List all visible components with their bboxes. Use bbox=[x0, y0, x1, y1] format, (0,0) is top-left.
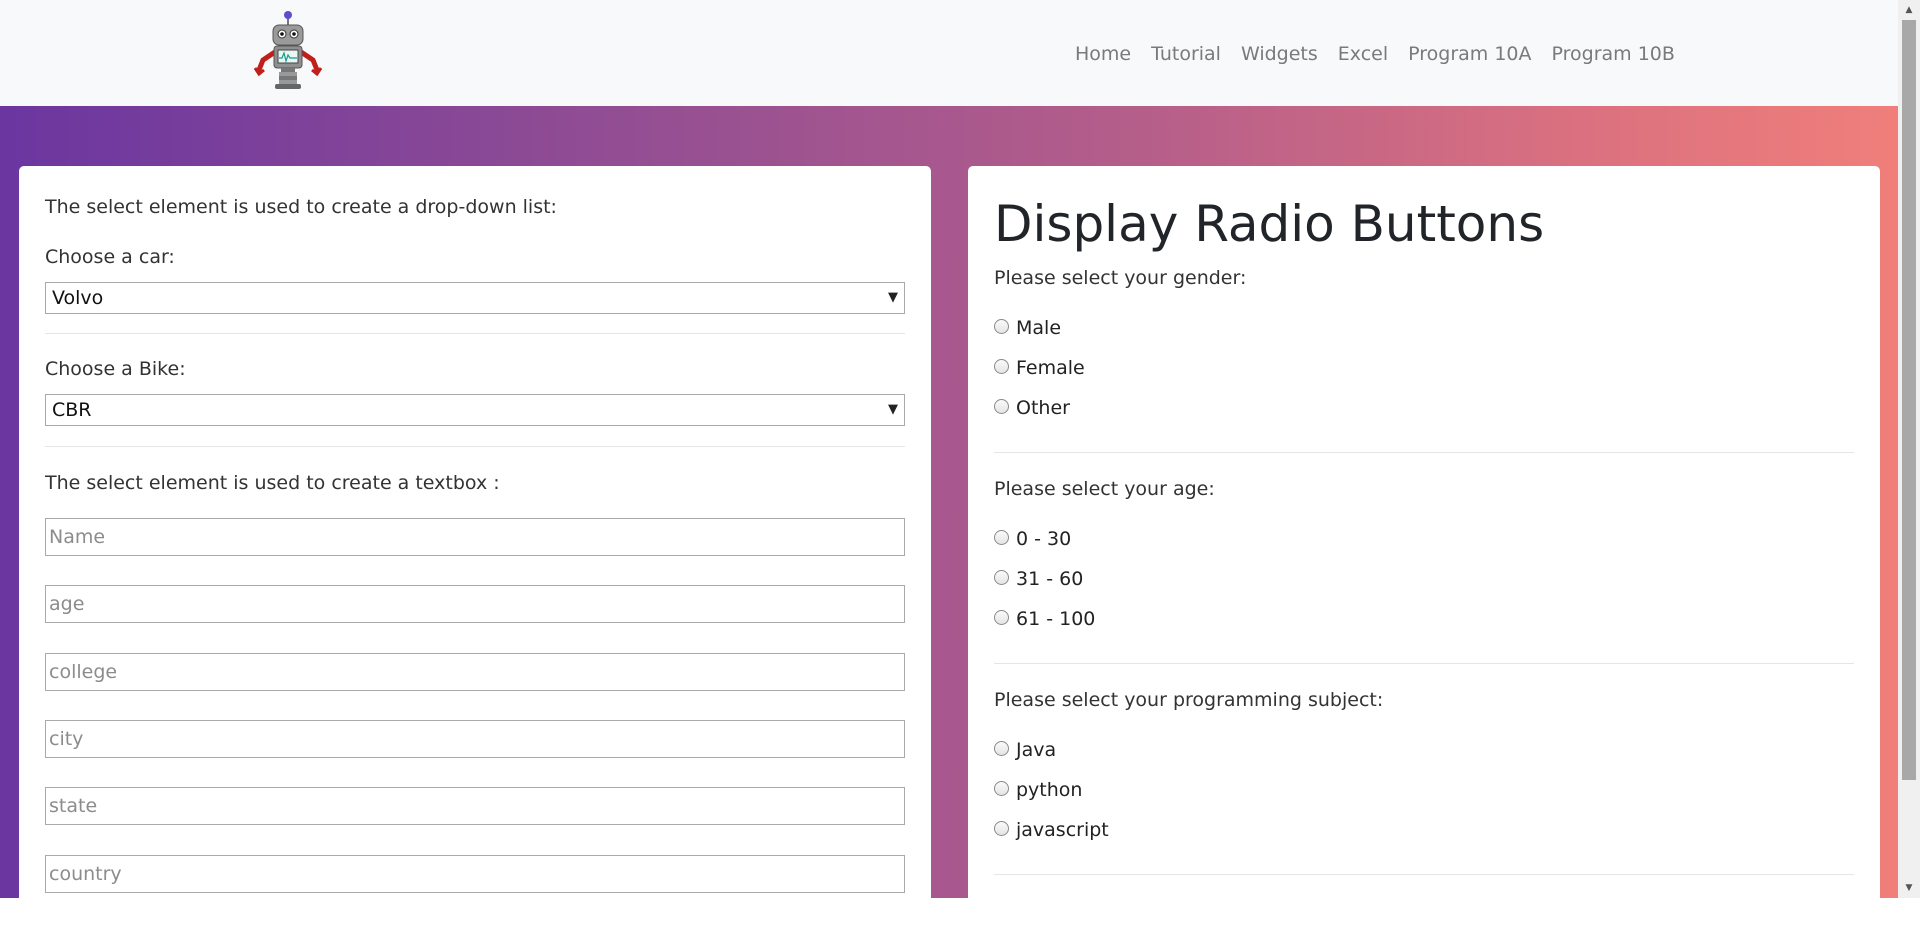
divider bbox=[994, 874, 1854, 875]
radio-button[interactable] bbox=[994, 318, 1009, 334]
name-input[interactable] bbox=[45, 518, 905, 556]
radio-option-61-100[interactable]: 61 - 100 bbox=[994, 606, 1095, 632]
dropdown-intro-text: The select element is used to create a d… bbox=[45, 196, 557, 218]
city-input[interactable] bbox=[45, 720, 905, 758]
gender-prompt: Please select your gender: bbox=[994, 267, 1247, 289]
bike-select-value: CBR bbox=[52, 399, 92, 421]
radio-option-31-60[interactable]: 31 - 60 bbox=[994, 566, 1083, 592]
radio-button[interactable] bbox=[994, 529, 1009, 545]
robot-logo-icon[interactable] bbox=[253, 8, 323, 92]
dropdown-arrow-icon: ▼ bbox=[888, 290, 898, 305]
age-prompt: Please select your age: bbox=[994, 478, 1215, 500]
radio-button[interactable] bbox=[994, 820, 1009, 836]
subject-prompt: Please select your programming subject: bbox=[994, 689, 1384, 711]
divider bbox=[994, 452, 1854, 453]
navbar: Home Tutorial Widgets Excel Program 10A … bbox=[0, 0, 1898, 106]
bike-label: Choose a Bike: bbox=[45, 358, 186, 380]
radio-buttons-card: Display Radio Buttons Please select your… bbox=[968, 166, 1880, 926]
radio-button[interactable] bbox=[994, 358, 1009, 374]
car-select[interactable]: Volvo ▼ bbox=[45, 282, 905, 314]
radio-label: 31 - 60 bbox=[1016, 568, 1084, 590]
state-input[interactable] bbox=[45, 787, 905, 825]
bike-select[interactable]: CBR ▼ bbox=[45, 394, 905, 426]
radio-button[interactable] bbox=[994, 569, 1009, 585]
radio-option-java[interactable]: Java bbox=[994, 737, 1056, 763]
radio-button[interactable] bbox=[994, 398, 1009, 414]
nav-link-home[interactable]: Home bbox=[1065, 40, 1141, 68]
radio-label: Male bbox=[1016, 317, 1062, 339]
dropdown-textbox-card: The select element is used to create a d… bbox=[19, 166, 931, 926]
radio-option-javascript[interactable]: javascript bbox=[994, 817, 1109, 843]
divider bbox=[994, 663, 1854, 664]
college-input[interactable] bbox=[45, 653, 905, 691]
radio-label: python bbox=[1016, 779, 1083, 801]
radio-option-other[interactable]: Other bbox=[994, 395, 1070, 421]
radio-label: Java bbox=[1016, 739, 1057, 761]
radio-option-male[interactable]: Male bbox=[994, 315, 1061, 341]
radio-label: Other bbox=[1016, 397, 1070, 419]
page-title: Display Radio Buttons bbox=[994, 195, 1545, 253]
radio-label: Female bbox=[1016, 357, 1085, 379]
car-label: Choose a car: bbox=[45, 246, 175, 268]
radio-label: 61 - 100 bbox=[1016, 608, 1096, 630]
radio-button[interactable] bbox=[994, 740, 1009, 756]
age-input[interactable] bbox=[45, 585, 905, 623]
radio-option-0-30[interactable]: 0 - 30 bbox=[994, 526, 1071, 552]
scroll-up-arrow-icon[interactable]: ▲ bbox=[1898, 0, 1920, 20]
radio-label: javascript bbox=[1016, 819, 1109, 841]
nav-link-program-10a[interactable]: Program 10A bbox=[1398, 40, 1541, 68]
radio-option-female[interactable]: Female bbox=[994, 355, 1085, 381]
scroll-down-arrow-icon[interactable]: ▼ bbox=[1898, 878, 1920, 898]
vertical-scrollbar[interactable]: ▲ ▼ bbox=[1898, 0, 1920, 898]
radio-option-python[interactable]: python bbox=[994, 777, 1082, 803]
divider bbox=[45, 333, 905, 334]
scrollbar-thumb[interactable] bbox=[1902, 20, 1916, 780]
nav-links: Home Tutorial Widgets Excel Program 10A … bbox=[1065, 40, 1685, 68]
divider bbox=[45, 446, 905, 447]
radio-button[interactable] bbox=[994, 780, 1009, 796]
nav-link-program-10b[interactable]: Program 10B bbox=[1542, 40, 1685, 68]
radio-label: 0 - 30 bbox=[1016, 528, 1072, 550]
nav-link-excel[interactable]: Excel bbox=[1328, 40, 1398, 68]
textbox-intro-text: The select element is used to create a t… bbox=[45, 472, 500, 494]
nav-link-tutorial[interactable]: Tutorial bbox=[1141, 40, 1231, 68]
car-select-value: Volvo bbox=[52, 287, 104, 309]
dropdown-arrow-icon: ▼ bbox=[888, 402, 898, 417]
nav-link-widgets[interactable]: Widgets bbox=[1231, 40, 1328, 68]
radio-button[interactable] bbox=[994, 609, 1009, 625]
country-input[interactable] bbox=[45, 855, 905, 893]
